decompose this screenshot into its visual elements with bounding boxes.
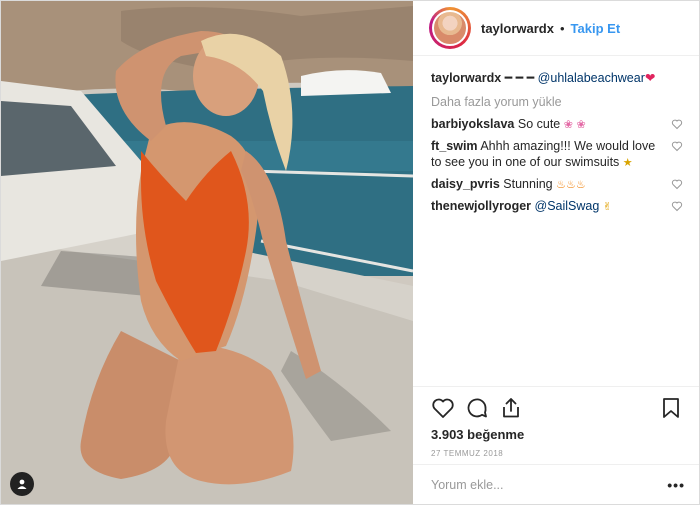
comment-icon[interactable] <box>465 396 489 420</box>
header-username[interactable]: taylorwardx <box>481 21 554 36</box>
caption: taylorwardx ━ ━ ━ @uhlalabeachwear❤ <box>431 70 683 86</box>
post-date: 27 TEMMUZ 2018 <box>431 449 504 458</box>
comment-item: barbiyokslava So cute ❀ ❀ <box>431 116 683 133</box>
comment-input[interactable] <box>431 477 668 492</box>
post-header: taylorwardx • Takip Et <box>413 1 699 56</box>
comment-like-heart-icon[interactable] <box>671 178 683 190</box>
heart-icon[interactable] <box>431 396 455 420</box>
fire-emoji-icon: ♨♨♨ <box>556 178 586 191</box>
comment-username[interactable]: daisy_pvris <box>431 177 500 191</box>
post-photo[interactable] <box>1 1 413 504</box>
comment-item: thenewjollyroger @SailSwag ✌ <box>431 198 683 215</box>
comment-username[interactable]: barbiyokslava <box>431 117 514 131</box>
post-sidebar: taylorwardx • Takip Et taylorwardx ━ ━ ━… <box>413 1 699 504</box>
user-tag-icon <box>17 479 27 489</box>
comment-username[interactable]: thenewjollyroger <box>431 199 531 213</box>
post-actions: 3.903 beğenme 27 TEMMUZ 2018 <box>413 386 699 458</box>
bee-emoji-icon: ★ <box>622 156 633 169</box>
caption-text: ━ ━ ━ <box>504 71 535 85</box>
post-image <box>1 1 413 504</box>
heart-emoji-icon: ❤ <box>644 71 656 85</box>
more-options-icon[interactable]: ••• <box>667 477 685 493</box>
comment-text: So cute <box>517 117 561 131</box>
comment-like-heart-icon[interactable] <box>671 200 683 212</box>
user-tag-button[interactable] <box>10 472 34 496</box>
header-separator: • <box>559 20 565 36</box>
hand-emoji-icon: ✌ <box>602 200 613 213</box>
action-icons-row <box>431 395 683 421</box>
comment-item: ft_swim Ahhh amazing!!! We would love to… <box>431 138 683 171</box>
comment-like-heart-icon[interactable] <box>671 118 683 130</box>
share-icon[interactable] <box>499 396 523 420</box>
likes-count[interactable]: 3.903 beğenme <box>431 427 683 442</box>
comment-username[interactable]: ft_swim <box>431 139 478 153</box>
load-more-comments[interactable]: Daha fazla yorum yükle <box>431 94 683 110</box>
add-comment-bar: ••• <box>413 464 699 504</box>
comment-text: Stunning <box>503 177 553 191</box>
comment-item: daisy_pvris Stunning ♨♨♨ <box>431 176 683 193</box>
post-modal: taylorwardx • Takip Et taylorwardx ━ ━ ━… <box>0 0 700 505</box>
comment-text[interactable]: @SailSwag <box>535 199 600 213</box>
comment-like-heart-icon[interactable] <box>671 140 683 152</box>
caption-username[interactable]: taylorwardx <box>431 71 501 85</box>
bookmark-icon[interactable] <box>659 396 683 420</box>
follow-button[interactable]: Takip Et <box>571 21 621 36</box>
caption-mention[interactable]: @uhlalabeachwear <box>538 71 645 85</box>
flower-emoji-icon: ❀ ❀ <box>563 118 586 131</box>
avatar[interactable] <box>429 7 471 49</box>
